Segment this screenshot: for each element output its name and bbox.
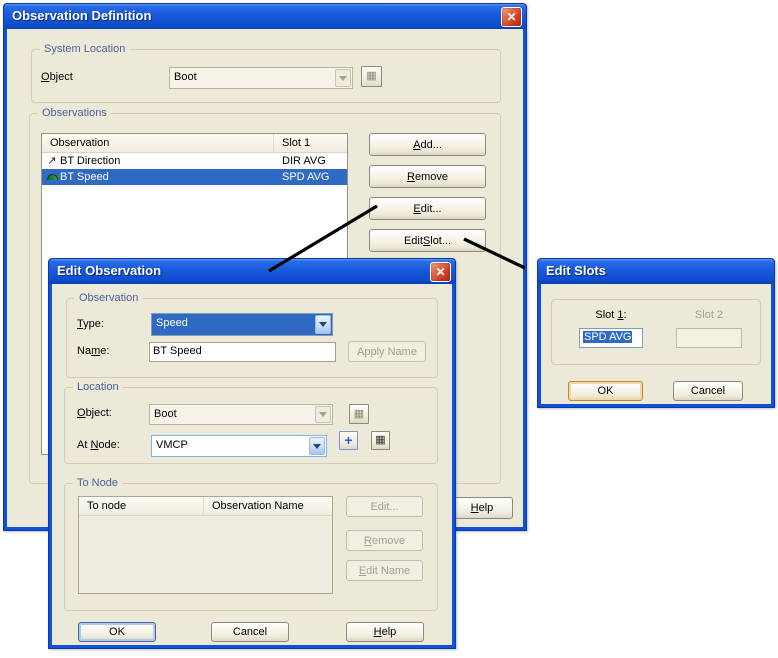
edit-slots-window: Edit Slots Slot 1: Slot 2 SPD AVG OK Can…: [537, 258, 775, 408]
slot1-input-value: SPD AVG: [583, 331, 633, 343]
observation-slot1: SPD AVG: [282, 171, 330, 183]
remove-button[interactable]: Remove: [369, 165, 486, 188]
name-label: Name:: [77, 345, 110, 357]
observation-definition-titlebar[interactable]: Observation Definition: [4, 4, 526, 29]
observation-name: BT Direction: [60, 155, 121, 167]
edit-button[interactable]: Edit...: [369, 197, 486, 220]
close-button[interactable]: ✕: [501, 7, 522, 27]
edit-observation-body: Observation Type: Speed Name: BT Speed A…: [52, 284, 452, 645]
observations-list-header: Observation Slot 1: [42, 134, 347, 153]
observation-group: Observation: [66, 291, 438, 378]
name-field[interactable]: BT Speed: [149, 342, 336, 362]
to-node-table-header: To node Observation Name: [79, 497, 332, 516]
help-button[interactable]: Help: [346, 622, 424, 642]
observation-name: BT Speed: [60, 171, 109, 183]
close-button[interactable]: ✕: [430, 262, 451, 282]
edit-observation-window: Edit Observation ✕ Observation Type: Spe…: [48, 258, 456, 649]
browse-location-object-button[interactable]: ▦: [349, 404, 369, 424]
system-location-group-label: System Location: [40, 42, 130, 56]
column-header-to-node: To node: [79, 497, 204, 515]
observation-group-label: Observation: [75, 291, 143, 305]
location-object-label: Object:: [77, 407, 112, 419]
to-node-group-label: To Node: [73, 476, 122, 490]
column-header-slot1[interactable]: Slot 1: [274, 134, 347, 152]
observation-slot1: DIR AVG: [282, 155, 326, 167]
chevron-down-icon[interactable]: [315, 315, 331, 334]
edit-observation-titlebar[interactable]: Edit Observation: [49, 259, 455, 284]
slot1-input[interactable]: SPD AVG: [579, 328, 643, 348]
to-node-table: To node Observation Name: [78, 496, 333, 594]
type-label: Type:: [77, 318, 104, 330]
slot1-label: Slot 1:: [595, 309, 627, 321]
speed-gauge-icon: [45, 171, 59, 183]
object-dropdown-value: Boot: [174, 71, 197, 83]
cancel-button[interactable]: Cancel: [673, 381, 743, 401]
column-header-observation[interactable]: Observation: [42, 134, 274, 152]
at-node-value: VMCP: [156, 439, 188, 451]
grid-icon: ▦: [366, 70, 377, 82]
location-object-dropdown: Boot: [149, 404, 333, 425]
observations-group-label: Observations: [38, 106, 111, 120]
grid-icon: ▦: [353, 407, 365, 420]
direction-arrow-icon: ↗: [47, 155, 57, 167]
slot2-input: [676, 328, 742, 348]
ok-button[interactable]: OK: [568, 381, 643, 401]
add-button[interactable]: Add...: [369, 133, 486, 156]
add-node-button[interactable]: +: [339, 431, 358, 450]
edit-slots-titlebar[interactable]: Edit Slots: [538, 259, 774, 284]
help-button[interactable]: Help: [451, 497, 513, 519]
name-field-value: BT Speed: [153, 345, 202, 357]
ok-button[interactable]: OK: [78, 622, 156, 642]
location-object-value: Boot: [154, 408, 177, 420]
type-dropdown[interactable]: Speed: [151, 313, 333, 336]
cancel-button[interactable]: Cancel: [211, 622, 289, 642]
type-dropdown-value: Speed: [156, 317, 188, 329]
close-icon: ✕: [435, 265, 446, 279]
chevron-down-icon[interactable]: [309, 437, 325, 455]
plus-icon: +: [344, 432, 353, 448]
column-header-observation-name: Observation Name: [212, 500, 304, 512]
object-dropdown: Boot: [169, 67, 353, 89]
apply-name-button: Apply Name: [348, 341, 426, 362]
chevron-down-icon: [335, 69, 351, 87]
object-label: Object: [41, 71, 73, 83]
grid-edit-icon: ▦: [375, 434, 386, 446]
location-group-label: Location: [73, 380, 123, 394]
to-node-edit-button: Edit...: [346, 496, 423, 517]
at-node-dropdown[interactable]: VMCP: [151, 435, 327, 457]
to-node-remove-button: Remove: [346, 530, 423, 551]
to-node-edit-name-button: Edit Name: [346, 560, 423, 581]
slot2-label: Slot 2: [694, 309, 724, 321]
edit-slots-body: Slot 1: Slot 2 SPD AVG OK Cancel: [541, 284, 771, 404]
edit-slot-button[interactable]: Edit Slot...: [369, 229, 486, 252]
close-icon: ✕: [506, 10, 517, 24]
browse-object-button[interactable]: ▦: [361, 66, 382, 87]
list-item-bt-direction[interactable]: ↗ BT Direction DIR AVG: [42, 153, 347, 169]
list-item-bt-speed[interactable]: BT Speed SPD AVG: [42, 169, 347, 185]
at-node-label: At Node:: [77, 439, 120, 451]
chevron-down-icon: [315, 406, 331, 423]
node-grid-button[interactable]: ▦: [371, 431, 390, 450]
